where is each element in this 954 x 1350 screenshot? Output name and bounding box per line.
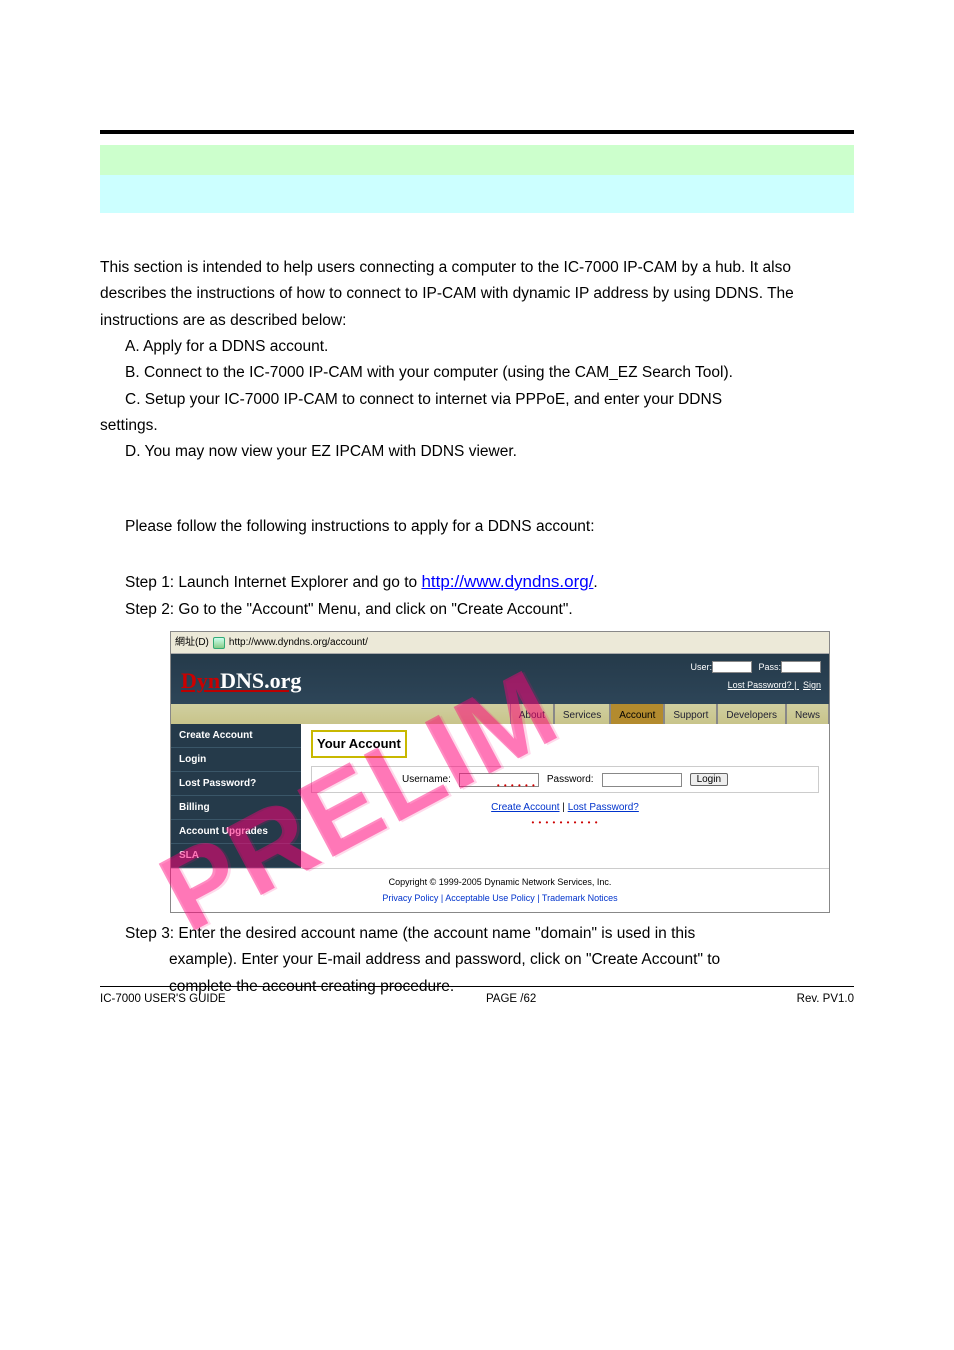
cyan-band xyxy=(100,175,854,213)
step-3-line2: example). Enter your E-mail address and … xyxy=(100,947,854,973)
user-input[interactable] xyxy=(712,661,752,673)
password-label-wrap: • • • • • • Password: xyxy=(547,771,594,788)
green-band xyxy=(100,145,854,175)
your-account-heading: Your Account xyxy=(311,730,407,758)
sidebar-lost-password[interactable]: Lost Password? xyxy=(171,772,301,796)
copyright-text: Copyright © 1999-2005 Dynamic Network Se… xyxy=(177,875,823,890)
tab-news[interactable]: News xyxy=(786,704,829,724)
red-dots-icon-2: • • • • • • • • • • xyxy=(311,816,819,830)
footer-links: Privacy Policy | Acceptable Use Policy |… xyxy=(382,893,617,903)
user-label: User: xyxy=(690,662,712,672)
item-d: D. You may now view your EZ IPCAM with D… xyxy=(100,439,854,465)
footer-center: PAGE /62 xyxy=(486,993,536,1005)
footer-page-label: PAGE xyxy=(486,993,520,1005)
dyndns-link[interactable]: http://www.dyndns.org/ xyxy=(421,572,593,591)
red-dots-icon: • • • • • • xyxy=(497,779,536,793)
sidebar-billing[interactable]: Billing xyxy=(171,796,301,820)
login-row: Username: • • • • • • Password: Login xyxy=(311,766,819,793)
link-separator: | xyxy=(560,802,568,813)
body-content: This section is intended to help users c… xyxy=(100,255,854,1000)
create-account-link[interactable]: Create Account xyxy=(491,802,559,813)
document-page: This section is intended to help users c… xyxy=(0,0,954,1060)
top-rule xyxy=(100,130,854,134)
site-body: Create Account Login Lost Password? Bill… xyxy=(171,724,829,868)
item-c-line2: settings. xyxy=(100,413,854,439)
lost-password-link-main[interactable]: Lost Password? xyxy=(568,802,639,813)
step-1: Step 1: Launch Internet Explorer and go … xyxy=(100,568,854,597)
page-footer: IC-7000 USER'S GUIDE PAGE /62 Rev. PV1.0 xyxy=(100,986,854,1005)
addr-label: 網址(D) xyxy=(175,634,209,651)
step1-text-b: . xyxy=(593,574,597,591)
site-footer: Copyright © 1999-2005 Dynamic Network Se… xyxy=(171,868,829,912)
item-b: B. Connect to the IC-7000 IP-CAM with yo… xyxy=(100,360,854,386)
step-3-line1: Step 3: Enter the desired account name (… xyxy=(100,921,854,947)
sign-link[interactable]: Sign xyxy=(803,680,821,690)
username-label: Username: xyxy=(402,771,451,788)
tab-support[interactable]: Support xyxy=(664,704,717,724)
sidebar: Create Account Login Lost Password? Bill… xyxy=(171,724,301,868)
pass-input[interactable] xyxy=(781,661,821,673)
step-2: Step 2: Go to the "Account" Menu, and cl… xyxy=(100,597,854,623)
logo-dyn: Dyn xyxy=(181,668,220,693)
tab-services[interactable]: Services xyxy=(554,704,610,724)
site-header: DynDNS.org User: Pass: Lost Password? | … xyxy=(171,654,829,704)
account-links: Create Account | Lost Password? • • • • … xyxy=(311,799,819,830)
apply-intro: Please follow the following instructions… xyxy=(100,514,854,540)
lost-password-link[interactable]: Lost Password? xyxy=(728,680,792,690)
header-links: Lost Password? | Sign xyxy=(690,678,821,693)
tab-about[interactable]: About xyxy=(510,704,554,724)
step1-text-a: Step 1: Launch Internet Explorer and go … xyxy=(125,574,421,591)
nav-tabs: About Services Account Support Developer… xyxy=(171,704,829,724)
dyndns-screenshot: 網址(D) http://www.dyndns.org/account/ Dyn… xyxy=(170,631,830,913)
password-input[interactable] xyxy=(602,773,682,787)
header-login: User: Pass: Lost Password? | Sign xyxy=(686,660,821,693)
pass-label: Pass: xyxy=(758,662,781,672)
main-panel: Your Account Username: • • • • • • Passw… xyxy=(301,724,829,868)
footer-right: Rev. PV1.0 xyxy=(797,993,854,1005)
logo-rest: DNS.org xyxy=(220,668,301,693)
footer-left: IC-7000 USER'S GUIDE xyxy=(100,993,226,1005)
sidebar-sla[interactable]: SLA xyxy=(171,844,301,868)
tab-account[interactable]: Account xyxy=(610,704,664,724)
addr-url: http://www.dyndns.org/account/ xyxy=(229,634,368,651)
sidebar-account-upgrades[interactable]: Account Upgrades xyxy=(171,820,301,844)
login-button[interactable]: Login xyxy=(690,773,728,786)
item-c-line1: C. Setup your IC-7000 IP-CAM to connect … xyxy=(100,387,854,413)
item-a: A. Apply for a DDNS account. xyxy=(100,334,854,360)
sidebar-create-account[interactable]: Create Account xyxy=(171,724,301,748)
sidebar-login[interactable]: Login xyxy=(171,748,301,772)
intro-paragraph: This section is intended to help users c… xyxy=(100,255,854,334)
address-bar: 網址(D) http://www.dyndns.org/account/ xyxy=(171,632,829,654)
footer-page-total: /62 xyxy=(520,993,536,1005)
password-label: Password: xyxy=(547,774,594,785)
globe-icon xyxy=(213,637,225,649)
tab-developers[interactable]: Developers xyxy=(717,704,786,724)
